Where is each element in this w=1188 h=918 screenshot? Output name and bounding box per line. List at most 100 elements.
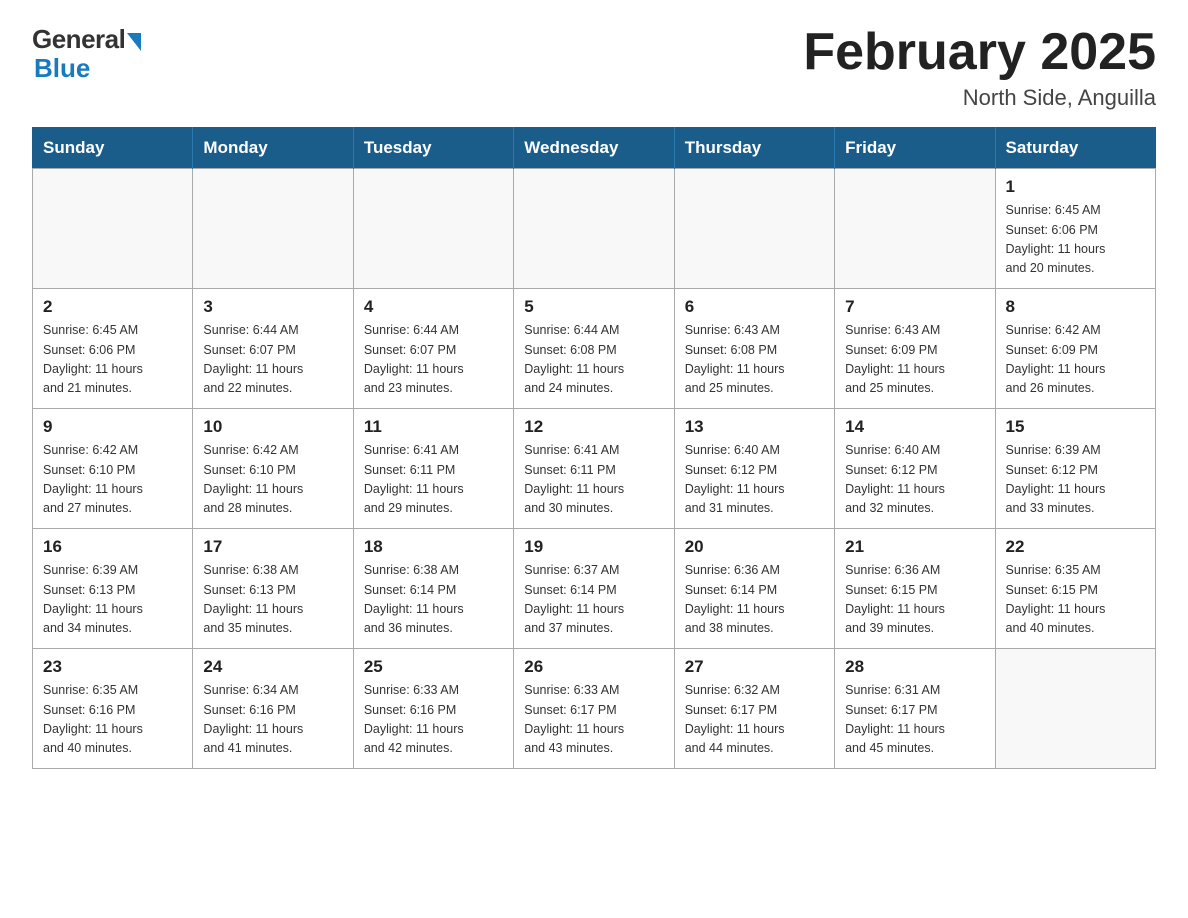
calendar-table: Sunday Monday Tuesday Wednesday Thursday… [32,127,1156,769]
day-number: 27 [685,657,824,677]
table-row: 1 Sunrise: 6:45 AMSunset: 6:06 PMDaylight… [995,169,1155,289]
day-number: 21 [845,537,984,557]
day-number: 17 [203,537,342,557]
table-row: 5 Sunrise: 6:44 AMSunset: 6:08 PMDaylight… [514,289,674,409]
day-number: 10 [203,417,342,437]
table-row: 27 Sunrise: 6:32 AMSunset: 6:17 PMDayligh… [674,649,834,769]
table-row: 18 Sunrise: 6:38 AMSunset: 6:14 PMDayligh… [353,529,513,649]
day-info: Sunrise: 6:45 AMSunset: 6:06 PMDaylight:… [1006,201,1145,279]
table-row: 15Sunrise: 6:39 AMSunset: 6:12 PMDayligh… [995,409,1155,529]
table-row: 7 Sunrise: 6:43 AMSunset: 6:09 PMDaylight… [835,289,995,409]
day-number: 6 [685,297,824,317]
day-info: Sunrise: 6:32 AMSunset: 6:17 PMDaylight:… [685,681,824,759]
day-number: 23 [43,657,182,677]
day-info: Sunrise: 6:44 AMSunset: 6:08 PMDaylight:… [524,321,663,399]
day-info: Sunrise: 6:35 AMSunset: 6:15 PMDaylight:… [1006,561,1145,639]
table-row: 22 Sunrise: 6:35 AMSunset: 6:15 PMDayligh… [995,529,1155,649]
table-row [674,169,834,289]
day-number: 11 [364,417,503,437]
day-number: 19 [524,537,663,557]
table-row: 6 Sunrise: 6:43 AMSunset: 6:08 PMDaylight… [674,289,834,409]
day-info: Sunrise: 6:34 AMSunset: 6:16 PMDaylight:… [203,681,342,759]
table-row: 2 Sunrise: 6:45 AMSunset: 6:06 PMDaylight… [33,289,193,409]
day-number: 14 [845,417,984,437]
table-row: 17 Sunrise: 6:38 AMSunset: 6:13 PMDayligh… [193,529,353,649]
day-number: 15 [1006,417,1145,437]
day-number: 3 [203,297,342,317]
header-tuesday: Tuesday [353,128,513,169]
header-sunday: Sunday [33,128,193,169]
day-info: Sunrise: 6:36 AMSunset: 6:14 PMDaylight:… [685,561,824,639]
day-info: Sunrise: 6:31 AMSunset: 6:17 PMDaylight:… [845,681,984,759]
table-row: 9 Sunrise: 6:42 AMSunset: 6:10 PMDaylight… [33,409,193,529]
day-info: Sunrise: 6:36 AMSunset: 6:15 PMDaylight:… [845,561,984,639]
day-number: 18 [364,537,503,557]
day-info: Sunrise: 6:38 AMSunset: 6:13 PMDaylight:… [203,561,342,639]
day-info: Sunrise: 6:45 AMSunset: 6:06 PMDaylight:… [43,321,182,399]
day-info: Sunrise: 6:43 AMSunset: 6:08 PMDaylight:… [685,321,824,399]
table-row [353,169,513,289]
table-row [835,169,995,289]
day-number: 12 [524,417,663,437]
day-number: 9 [43,417,182,437]
table-row [514,169,674,289]
table-row: 28 Sunrise: 6:31 AMSunset: 6:17 PMDayligh… [835,649,995,769]
table-row: 24Sunrise: 6:34 AMSunset: 6:16 PMDayligh… [193,649,353,769]
day-info: Sunrise: 6:39 AMSunset: 6:13 PMDaylight:… [43,561,182,639]
day-info: Sunrise: 6:42 AMSunset: 6:10 PMDaylight:… [43,441,182,519]
logo-general-text: General [32,24,125,55]
day-info: Sunrise: 6:37 AMSunset: 6:14 PMDaylight:… [524,561,663,639]
day-info: Sunrise: 6:44 AMSunset: 6:07 PMDaylight:… [203,321,342,399]
title-block: February 2025 North Side, Anguilla [803,24,1156,111]
day-number: 20 [685,537,824,557]
table-row: 21 Sunrise: 6:36 AMSunset: 6:15 PMDayligh… [835,529,995,649]
day-number: 25 [364,657,503,677]
day-info: Sunrise: 6:42 AMSunset: 6:09 PMDaylight:… [1006,321,1145,399]
day-info: Sunrise: 6:44 AMSunset: 6:07 PMDaylight:… [364,321,503,399]
day-number: 1 [1006,177,1145,197]
table-row: 20 Sunrise: 6:36 AMSunset: 6:14 PMDayligh… [674,529,834,649]
table-row: 8 Sunrise: 6:42 AMSunset: 6:09 PMDaylight… [995,289,1155,409]
day-number: 4 [364,297,503,317]
header-thursday: Thursday [674,128,834,169]
day-number: 8 [1006,297,1145,317]
table-row: 11 Sunrise: 6:41 AMSunset: 6:11 PMDayligh… [353,409,513,529]
header-saturday: Saturday [995,128,1155,169]
day-number: 5 [524,297,663,317]
day-info: Sunrise: 6:43 AMSunset: 6:09 PMDaylight:… [845,321,984,399]
day-info: Sunrise: 6:41 AMSunset: 6:11 PMDaylight:… [524,441,663,519]
day-number: 22 [1006,537,1145,557]
table-row: 23 Sunrise: 6:35 AMSunset: 6:16 PMDayligh… [33,649,193,769]
table-row: 10 Sunrise: 6:42 AMSunset: 6:10 PMDayligh… [193,409,353,529]
table-row: 16 Sunrise: 6:39 AMSunset: 6:13 PMDayligh… [33,529,193,649]
day-info: Sunrise: 6:33 AMSunset: 6:17 PMDaylight:… [524,681,663,759]
day-info: Sunrise: 6:38 AMSunset: 6:14 PMDaylight:… [364,561,503,639]
header-wednesday: Wednesday [514,128,674,169]
month-title: February 2025 [803,24,1156,81]
logo-blue-text: Blue [34,53,90,83]
table-row: 3 Sunrise: 6:44 AMSunset: 6:07 PMDaylight… [193,289,353,409]
calendar-week-row: 23 Sunrise: 6:35 AMSunset: 6:16 PMDayligh… [33,649,1156,769]
table-row: 14 Sunrise: 6:40 AMSunset: 6:12 PMDayligh… [835,409,995,529]
day-info: Sunrise: 6:41 AMSunset: 6:11 PMDaylight:… [364,441,503,519]
day-number: 16 [43,537,182,557]
day-number: 28 [845,657,984,677]
logo-arrow-icon [127,33,141,51]
day-info: Sunrise: 6:42 AMSunset: 6:10 PMDaylight:… [203,441,342,519]
table-row [33,169,193,289]
calendar-week-row: 2 Sunrise: 6:45 AMSunset: 6:06 PMDaylight… [33,289,1156,409]
day-number: 2 [43,297,182,317]
table-row: 12 Sunrise: 6:41 AMSunset: 6:11 PMDayligh… [514,409,674,529]
page-header: General Blue February 2025 North Side, A… [32,24,1156,111]
weekday-header-row: Sunday Monday Tuesday Wednesday Thursday… [33,128,1156,169]
table-row [193,169,353,289]
day-info: Sunrise: 6:35 AMSunset: 6:16 PMDaylight:… [43,681,182,759]
day-info: Sunrise: 6:40 AMSunset: 6:12 PMDaylight:… [845,441,984,519]
day-info: Sunrise: 6:33 AMSunset: 6:16 PMDaylight:… [364,681,503,759]
calendar-week-row: 16 Sunrise: 6:39 AMSunset: 6:13 PMDayligh… [33,529,1156,649]
day-number: 13 [685,417,824,437]
day-number: 7 [845,297,984,317]
table-row: 19 Sunrise: 6:37 AMSunset: 6:14 PMDayligh… [514,529,674,649]
day-info: Sunrise: 6:40 AMSunset: 6:12 PMDaylight:… [685,441,824,519]
header-monday: Monday [193,128,353,169]
